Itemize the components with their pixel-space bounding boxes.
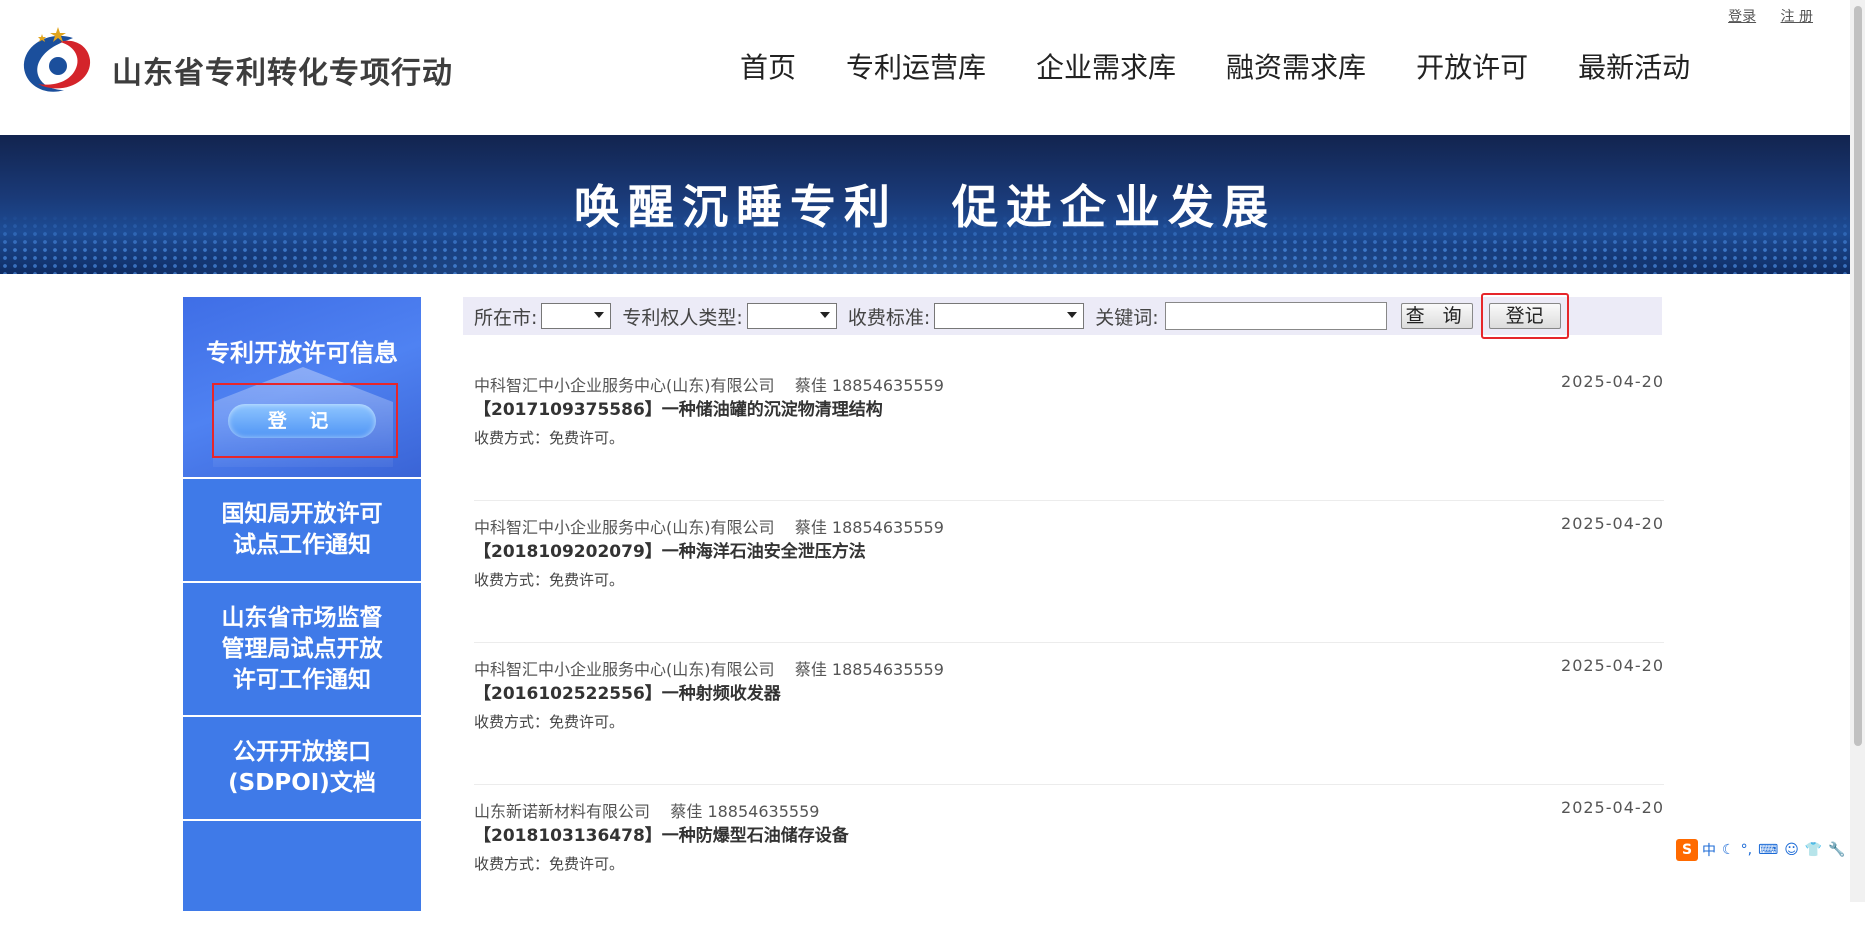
sidebar: 专利开放许可信息 登 记 国知局开放许可 试点工作通知 山东省市场监督 管理局试… [183,297,421,911]
banner: 唤醒沉睡专利 促进企业发展 [0,135,1850,274]
wrench-icon[interactable]: 🔧 [1828,842,1845,858]
search-button[interactable]: 查 询 [1400,303,1473,329]
city-label: 所在市: [474,306,538,329]
list-item: 山东新诺新材料有限公司 蔡佳 18854635559 2025-04-20 【2… [474,786,1664,926]
listing-title[interactable]: 【2016102522556】一种射频收发器 [474,679,781,704]
site-title[interactable]: 山东省专利转化专项行动 [112,48,453,92]
listing-title[interactable]: 【2018103136478】一种防爆型石油储存设备 [474,821,849,846]
nav-latest-activities[interactable]: 最新活动 [1578,46,1690,86]
sidebar-item-shandong-notice[interactable]: 山东省市场监督 管理局试点开放 许可工作通知 [183,583,421,715]
sidebar-item-label: 国知局开放许可 试点工作通知 [221,501,383,558]
listing-meta: 中科智汇中小企业服务中心(山东)有限公司 蔡佳 18854635559 [474,656,944,680]
listing-date: 2025-04-20 [1561,798,1664,817]
sidebar-register-button[interactable]: 登 记 [228,404,376,438]
city-select[interactable] [541,303,612,329]
list-item: 中科智汇中小企业服务中心(山东)有限公司 蔡佳 18854635559 2025… [474,644,1664,785]
register-highlight: 登记 [1480,293,1569,339]
ime-mode-label[interactable]: 中 [1702,840,1716,860]
listing-contact: 蔡佳 18854635559 [794,660,944,679]
listing-title[interactable]: 【2017109375586】一种储油罐的沉淀物清理结构 [474,395,883,420]
sidebar-item-label: 山东省市场监督 管理局试点开放 许可工作通知 [221,604,383,693]
scrollbar-thumb[interactable] [1854,6,1862,746]
listing-meta: 中科智汇中小企业服务中心(山东)有限公司 蔡佳 18854635559 [474,514,944,538]
listing-fee: 收费方式：免费许可。 [474,855,625,873]
main-nav: 首页 专利运营库 企业需求库 融资需求库 开放许可 最新活动 [740,46,1740,86]
listing-title[interactable]: 【2018109202079】一种海洋石油安全泄压方法 [474,537,866,562]
punctuation-icon[interactable]: °, [1741,842,1752,858]
nav-patent-operation[interactable]: 专利运营库 [846,46,986,86]
listing-contact: 蔡佳 18854635559 [670,802,820,821]
sidebar-item-sdpoi-doc[interactable]: 公开开放接口 (SDPOI)文档 [183,717,421,819]
filter-bar: 所在市: 专利权人类型: 收费标准: 关键词: 查 询 登记 [463,293,1662,339]
keyword-input[interactable] [1164,302,1387,330]
listing-fee: 收费方式：免费许可。 [474,571,625,589]
list-item: 中科智汇中小企业服务中心(山东)有限公司 蔡佳 18854635559 2025… [474,502,1664,643]
site-logo-icon[interactable] [18,24,96,100]
user-icon[interactable]: ☺ [1784,842,1799,858]
listing-company: 中科智汇中小企业服务中心(山东)有限公司 [474,660,775,679]
fee-standard-select[interactable] [934,303,1085,329]
nav-enterprise-demand[interactable]: 企业需求库 [1036,46,1176,86]
nav-finance-demand[interactable]: 融资需求库 [1226,46,1366,86]
listing-meta: 山东新诺新材料有限公司 蔡佳 18854635559 [474,798,819,822]
page-scrollbar[interactable] [1850,0,1865,902]
owner-type-select[interactable] [746,303,837,329]
listing-fee: 收费方式：免费许可。 [474,429,625,447]
skin-icon[interactable]: 👕 [1805,842,1822,858]
owner-type-label: 专利权人类型: [622,306,743,329]
sidebar-item-cnipa-notice[interactable]: 国知局开放许可 试点工作通知 [183,479,421,581]
sidebar-header: 专利开放许可信息 登 记 [183,297,421,477]
nav-open-license[interactable]: 开放许可 [1416,46,1528,86]
sogou-logo-icon[interactable]: S [1676,839,1698,861]
keyboard-icon[interactable]: ⌨ [1758,842,1778,858]
listing-list: 中科智汇中小企业服务中心(山东)有限公司 蔡佳 18854635559 2025… [474,360,1664,926]
keyword-label: 关键词: [1095,306,1159,329]
listing-company: 中科智汇中小企业服务中心(山东)有限公司 [474,518,775,537]
banner-slogan: 唤醒沉睡专利 促进企业发展 [574,180,1276,234]
ime-toolbar[interactable]: S 中 ☾ °, ⌨ ☺ 👕 🔧 [1676,838,1852,862]
listing-fee: 收费方式：免费许可。 [474,713,625,731]
nav-home[interactable]: 首页 [740,46,796,86]
sidebar-filler [183,821,421,911]
listing-company: 中科智汇中小企业服务中心(山东)有限公司 [474,376,775,395]
listing-meta: 中科智汇中小企业服务中心(山东)有限公司 蔡佳 18854635559 [474,372,944,396]
listing-date: 2025-04-20 [1561,656,1664,675]
listing-contact: 蔡佳 18854635559 [794,518,944,537]
fee-label: 收费标准: [847,306,931,329]
listing-date: 2025-04-20 [1561,514,1664,533]
register-button[interactable]: 登记 [1488,303,1561,329]
list-item: 中科智汇中小企业服务中心(山东)有限公司 蔡佳 18854635559 2025… [474,360,1664,501]
moon-icon[interactable]: ☾ [1722,842,1735,858]
listing-date: 2025-04-20 [1561,372,1664,391]
listing-contact: 蔡佳 18854635559 [794,376,944,395]
sidebar-title: 专利开放许可信息 [206,339,398,367]
sidebar-register-highlight: 登 记 [212,383,398,458]
header: 山东省专利转化专项行动 首页 专利运营库 企业需求库 融资需求库 开放许可 最新… [0,0,1850,135]
listing-company: 山东新诺新材料有限公司 [474,802,651,821]
sidebar-item-label: 公开开放接口 (SDPOI)文档 [228,739,376,796]
